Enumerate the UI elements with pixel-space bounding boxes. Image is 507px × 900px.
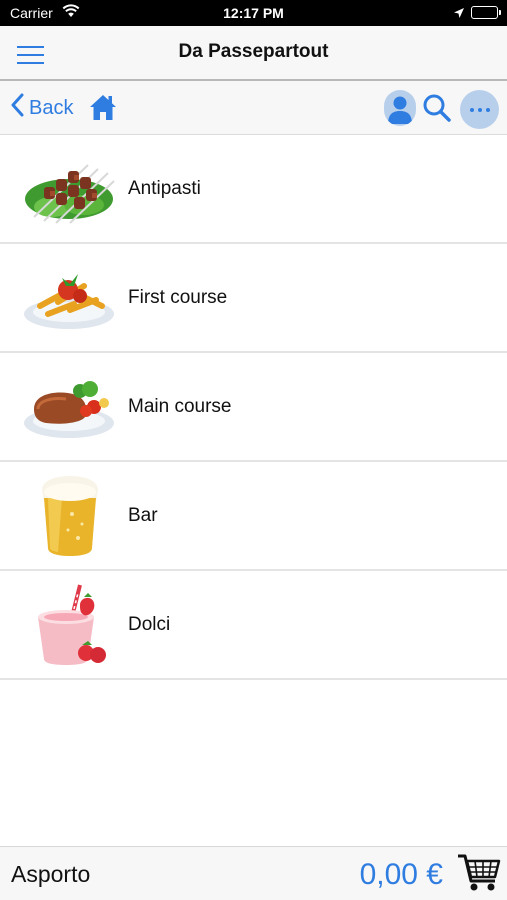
more-icon[interactable] bbox=[460, 90, 499, 129]
battery-icon bbox=[471, 6, 501, 19]
status-bar: Carrier 12:17 PM bbox=[0, 0, 507, 26]
status-time: 12:17 PM bbox=[223, 5, 284, 21]
order-mode-label[interactable]: Asporto bbox=[11, 861, 90, 888]
toolbar: Back bbox=[0, 81, 507, 135]
user-icon[interactable] bbox=[384, 90, 416, 126]
shopping-cart-icon[interactable] bbox=[457, 853, 501, 898]
home-icon[interactable] bbox=[88, 92, 118, 127]
chevron-left-icon bbox=[10, 93, 24, 123]
order-footer: Asporto 0,00 € bbox=[0, 846, 507, 900]
back-label: Back bbox=[29, 96, 74, 119]
category-label: Main course bbox=[128, 396, 232, 417]
list-item-main-course[interactable]: Main course bbox=[0, 353, 507, 462]
category-label: Bar bbox=[128, 505, 158, 526]
location-arrow-icon bbox=[453, 6, 465, 24]
order-total: 0,00 € bbox=[359, 858, 443, 891]
list-item-antipasti[interactable]: Antipasti bbox=[0, 135, 507, 244]
category-label: Dolci bbox=[128, 614, 171, 635]
beer-glass-icon bbox=[22, 474, 116, 556]
navigation-bar: Da Passepartout bbox=[0, 26, 507, 81]
page-title: Da Passepartout bbox=[178, 41, 329, 62]
search-icon[interactable] bbox=[422, 93, 452, 128]
steak-plate-icon bbox=[22, 365, 116, 447]
list-item-first-course[interactable]: First course bbox=[0, 244, 507, 353]
list-item-dolci[interactable]: Dolci bbox=[0, 571, 507, 680]
category-label: First course bbox=[128, 287, 228, 308]
category-label: Antipasti bbox=[128, 178, 201, 199]
back-button[interactable]: Back bbox=[10, 93, 74, 123]
strawberry-dessert-icon bbox=[22, 583, 116, 665]
pasta-plate-icon bbox=[22, 256, 116, 338]
list-item-bar[interactable]: Bar bbox=[0, 462, 507, 571]
category-list: Antipasti First course Main course Bar D… bbox=[0, 135, 507, 680]
skewers-icon bbox=[22, 147, 116, 229]
